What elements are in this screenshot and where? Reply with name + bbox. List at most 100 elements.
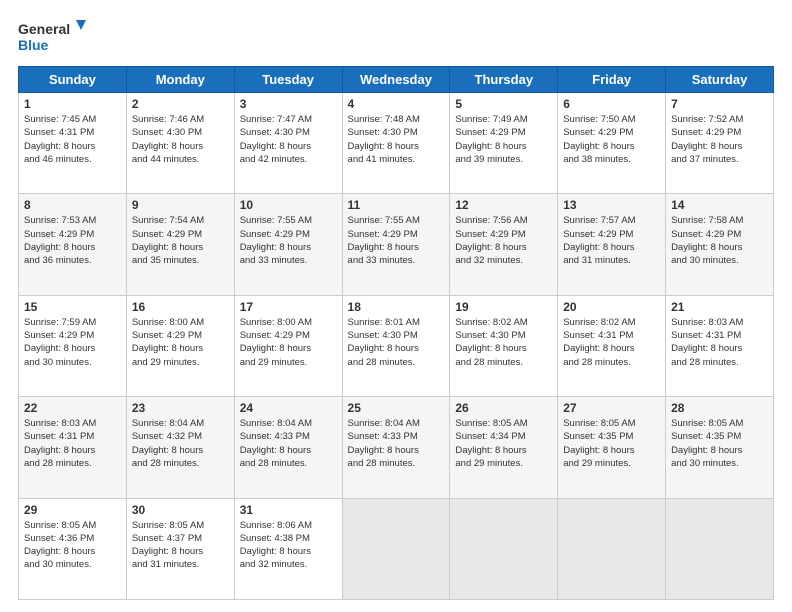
day-info: Sunrise: 7:45 AM Sunset: 4:31 PM Dayligh… [24, 113, 121, 166]
calendar-table: SundayMondayTuesdayWednesdayThursdayFrid… [18, 66, 774, 600]
calendar-day: 17 Sunrise: 8:00 AM Sunset: 4:29 PM Dayli… [234, 295, 342, 396]
calendar-day: 21 Sunrise: 8:03 AM Sunset: 4:31 PM Dayli… [666, 295, 774, 396]
day-number: 2 [132, 97, 229, 111]
day-info: Sunrise: 8:02 AM Sunset: 4:31 PM Dayligh… [563, 316, 660, 369]
calendar-day: 16 Sunrise: 8:00 AM Sunset: 4:29 PM Dayli… [126, 295, 234, 396]
day-info: Sunrise: 7:52 AM Sunset: 4:29 PM Dayligh… [671, 113, 768, 166]
day-info: Sunrise: 8:01 AM Sunset: 4:30 PM Dayligh… [348, 316, 445, 369]
day-info: Sunrise: 8:05 AM Sunset: 4:35 PM Dayligh… [671, 417, 768, 470]
calendar-day: 6 Sunrise: 7:50 AM Sunset: 4:29 PM Daylig… [558, 93, 666, 194]
day-info: Sunrise: 7:55 AM Sunset: 4:29 PM Dayligh… [348, 214, 445, 267]
day-header-sunday: Sunday [19, 67, 127, 93]
calendar-week-1: 1 Sunrise: 7:45 AM Sunset: 4:31 PM Daylig… [19, 93, 774, 194]
calendar-day: 3Sunrise: 7:47 AM Sunset: 4:30 PM Daylig… [234, 93, 342, 194]
day-number: 28 [671, 401, 768, 415]
calendar-day: 2Sunrise: 7:46 AM Sunset: 4:30 PM Daylig… [126, 93, 234, 194]
day-header-wednesday: Wednesday [342, 67, 450, 93]
day-info: Sunrise: 7:48 AM Sunset: 4:30 PM Dayligh… [348, 113, 445, 166]
day-info: Sunrise: 8:00 AM Sunset: 4:29 PM Dayligh… [132, 316, 229, 369]
day-info: Sunrise: 7:58 AM Sunset: 4:29 PM Dayligh… [671, 214, 768, 267]
logo-svg: General Blue [18, 18, 88, 56]
calendar-day: 20Sunrise: 8:02 AM Sunset: 4:31 PM Dayli… [558, 295, 666, 396]
day-number: 19 [455, 300, 552, 314]
day-info: Sunrise: 7:53 AM Sunset: 4:29 PM Dayligh… [24, 214, 121, 267]
calendar-day: 5Sunrise: 7:49 AM Sunset: 4:29 PM Daylig… [450, 93, 558, 194]
day-number: 25 [348, 401, 445, 415]
day-info: Sunrise: 7:57 AM Sunset: 4:29 PM Dayligh… [563, 214, 660, 267]
day-info: Sunrise: 8:05 AM Sunset: 4:35 PM Dayligh… [563, 417, 660, 470]
day-number: 13 [563, 198, 660, 212]
day-info: Sunrise: 7:47 AM Sunset: 4:30 PM Dayligh… [240, 113, 337, 166]
svg-text:Blue: Blue [18, 37, 49, 53]
day-info: Sunrise: 8:05 AM Sunset: 4:34 PM Dayligh… [455, 417, 552, 470]
day-header-friday: Friday [558, 67, 666, 93]
calendar-day: 4Sunrise: 7:48 AM Sunset: 4:30 PM Daylig… [342, 93, 450, 194]
day-number: 29 [24, 503, 121, 517]
day-number: 22 [24, 401, 121, 415]
day-info: Sunrise: 8:06 AM Sunset: 4:38 PM Dayligh… [240, 519, 337, 572]
day-number: 16 [132, 300, 229, 314]
day-info: Sunrise: 8:05 AM Sunset: 4:37 PM Dayligh… [132, 519, 229, 572]
day-info: Sunrise: 8:02 AM Sunset: 4:30 PM Dayligh… [455, 316, 552, 369]
day-info: Sunrise: 7:54 AM Sunset: 4:29 PM Dayligh… [132, 214, 229, 267]
calendar-week-4: 22 Sunrise: 8:03 AM Sunset: 4:31 PM Dayli… [19, 397, 774, 498]
day-number: 6 [563, 97, 660, 111]
day-number: 15 [24, 300, 121, 314]
calendar-header-row: SundayMondayTuesdayWednesdayThursdayFrid… [19, 67, 774, 93]
svg-text:General: General [18, 21, 70, 37]
calendar-day: 27 Sunrise: 8:05 AM Sunset: 4:35 PM Dayli… [558, 397, 666, 498]
day-header-thursday: Thursday [450, 67, 558, 93]
day-info: Sunrise: 8:03 AM Sunset: 4:31 PM Dayligh… [24, 417, 121, 470]
calendar-week-5: 29 Sunrise: 8:05 AM Sunset: 4:36 PM Dayli… [19, 498, 774, 599]
calendar-day: 7Sunrise: 7:52 AM Sunset: 4:29 PM Daylig… [666, 93, 774, 194]
calendar-day: 28 Sunrise: 8:05 AM Sunset: 4:35 PM Dayli… [666, 397, 774, 498]
day-number: 14 [671, 198, 768, 212]
calendar-day: 12 Sunrise: 7:56 AM Sunset: 4:29 PM Dayli… [450, 194, 558, 295]
day-info: Sunrise: 8:04 AM Sunset: 4:33 PM Dayligh… [348, 417, 445, 470]
day-number: 26 [455, 401, 552, 415]
calendar-day: 22 Sunrise: 8:03 AM Sunset: 4:31 PM Dayli… [19, 397, 127, 498]
day-header-saturday: Saturday [666, 67, 774, 93]
calendar-week-3: 15 Sunrise: 7:59 AM Sunset: 4:29 PM Dayli… [19, 295, 774, 396]
calendar-day: 31 Sunrise: 8:06 AM Sunset: 4:38 PM Dayli… [234, 498, 342, 599]
day-number: 21 [671, 300, 768, 314]
day-info: Sunrise: 7:59 AM Sunset: 4:29 PM Dayligh… [24, 316, 121, 369]
day-info: Sunrise: 7:55 AM Sunset: 4:29 PM Dayligh… [240, 214, 337, 267]
day-number: 30 [132, 503, 229, 517]
day-number: 1 [24, 97, 121, 111]
calendar-day [450, 498, 558, 599]
day-number: 18 [348, 300, 445, 314]
calendar-day: 30 Sunrise: 8:05 AM Sunset: 4:37 PM Dayli… [126, 498, 234, 599]
day-number: 9 [132, 198, 229, 212]
day-number: 17 [240, 300, 337, 314]
day-header-tuesday: Tuesday [234, 67, 342, 93]
calendar-day: 19 Sunrise: 8:02 AM Sunset: 4:30 PM Dayli… [450, 295, 558, 396]
day-number: 31 [240, 503, 337, 517]
day-info: Sunrise: 8:00 AM Sunset: 4:29 PM Dayligh… [240, 316, 337, 369]
day-info: Sunrise: 8:03 AM Sunset: 4:31 PM Dayligh… [671, 316, 768, 369]
day-number: 10 [240, 198, 337, 212]
calendar-day: 1 Sunrise: 7:45 AM Sunset: 4:31 PM Daylig… [19, 93, 127, 194]
day-info: Sunrise: 7:56 AM Sunset: 4:29 PM Dayligh… [455, 214, 552, 267]
calendar-day: 11 Sunrise: 7:55 AM Sunset: 4:29 PM Dayli… [342, 194, 450, 295]
day-info: Sunrise: 8:05 AM Sunset: 4:36 PM Dayligh… [24, 519, 121, 572]
header: General Blue [18, 18, 774, 56]
day-header-monday: Monday [126, 67, 234, 93]
day-number: 12 [455, 198, 552, 212]
calendar-day: 10 Sunrise: 7:55 AM Sunset: 4:29 PM Dayli… [234, 194, 342, 295]
calendar-day: 26 Sunrise: 8:05 AM Sunset: 4:34 PM Dayli… [450, 397, 558, 498]
day-number: 24 [240, 401, 337, 415]
day-info: Sunrise: 7:50 AM Sunset: 4:29 PM Dayligh… [563, 113, 660, 166]
day-number: 23 [132, 401, 229, 415]
main-container: General Blue SundayMondayTuesdayWednesda… [0, 0, 792, 612]
day-number: 27 [563, 401, 660, 415]
day-number: 11 [348, 198, 445, 212]
calendar-week-2: 8Sunrise: 7:53 AM Sunset: 4:29 PM Daylig… [19, 194, 774, 295]
calendar-day [558, 498, 666, 599]
calendar-day [342, 498, 450, 599]
calendar-day: 24Sunrise: 8:04 AM Sunset: 4:33 PM Dayli… [234, 397, 342, 498]
logo: General Blue [18, 18, 88, 56]
calendar-day: 13 Sunrise: 7:57 AM Sunset: 4:29 PM Dayli… [558, 194, 666, 295]
calendar-day: 18 Sunrise: 8:01 AM Sunset: 4:30 PM Dayli… [342, 295, 450, 396]
calendar-day [666, 498, 774, 599]
